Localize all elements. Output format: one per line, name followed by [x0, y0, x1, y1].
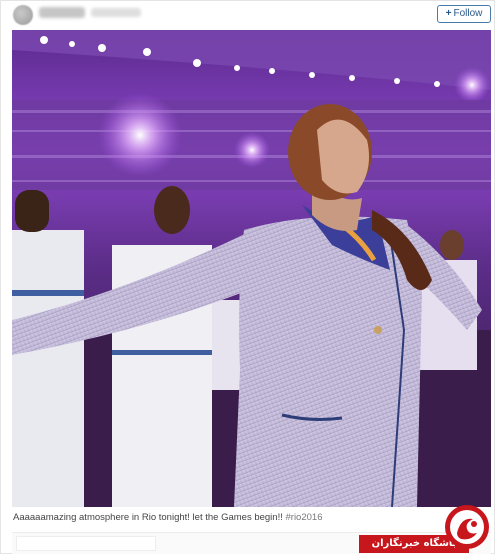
plus-icon: +	[445, 8, 452, 19]
post-photo[interactable]	[12, 30, 491, 507]
comment-input[interactable]	[16, 536, 156, 551]
photo-illustration	[12, 30, 491, 507]
hashtag-link[interactable]: #rio2016	[286, 512, 323, 523]
caption-text: Aaaaaamazing atmosphere in Rio tonight! …	[13, 512, 286, 523]
watermark: باشگاه خبرنگاران	[359, 503, 491, 553]
avatar[interactable]	[13, 5, 33, 25]
follow-label: Follow	[453, 8, 483, 19]
post-header: + Follow	[1, 1, 495, 29]
news-agency-logo-icon	[445, 505, 489, 549]
timestamp-blurred	[91, 8, 141, 17]
instagram-post-card: + Follow Aaaaaamazing atmosphere in Rio …	[0, 0, 495, 554]
follow-button[interactable]: + Follow	[437, 5, 491, 23]
username-blurred[interactable]	[39, 7, 85, 18]
